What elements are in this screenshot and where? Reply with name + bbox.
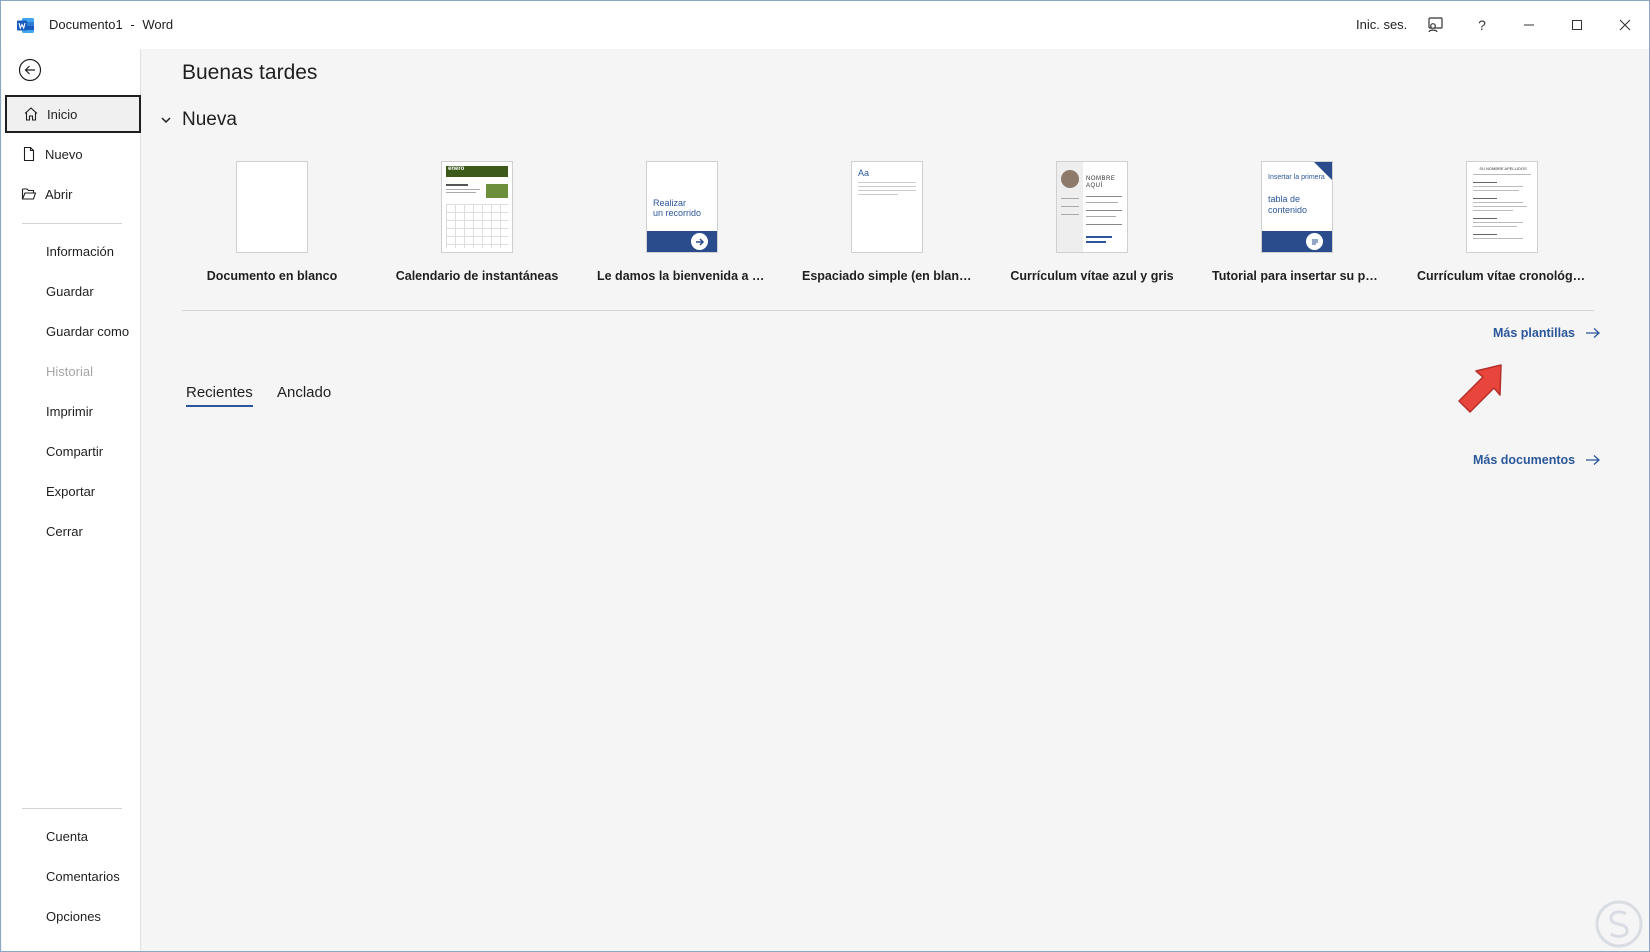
template-label: Currículum vítae azul y gris <box>1010 269 1174 283</box>
feedback-icon <box>1428 17 1443 33</box>
tab-recientes[interactable]: Recientes <box>186 384 253 407</box>
thumbnail-text: Aa <box>858 168 870 178</box>
word-window: Documento1 - Word Inic. ses. ? Inicio Nu… <box>0 0 1650 952</box>
sidebar-item-comentarios[interactable]: Comentarios <box>46 869 120 884</box>
sidebar-item-imprimir[interactable]: Imprimir <box>46 404 93 419</box>
template-resume-blue-grey[interactable]: NOMBRE AQUÍ Currículum vítae azul y gris <box>1007 161 1177 283</box>
document-name: Documento1 <box>49 17 123 32</box>
back-arrow-icon <box>18 58 42 82</box>
sidebar-item-informacion[interactable]: Información <box>46 244 114 259</box>
thumbnail-text: contenido <box>1268 205 1308 215</box>
template-toc-tutorial[interactable]: Insertar la primera tabla de contenido T… <box>1212 161 1382 283</box>
new-section-title: Nueva <box>182 109 237 130</box>
toc-circle-icon <box>1306 233 1323 250</box>
template-label: Calendario de instantáneas <box>395 269 559 283</box>
sidebar-item-nuevo[interactable]: Nuevo <box>5 135 141 173</box>
sign-in-link[interactable]: Inic. ses. <box>1356 17 1407 32</box>
close-button[interactable] <box>1613 13 1637 37</box>
template-snapshot-calendar[interactable]: enero Calendario de instantáneas <box>392 161 562 283</box>
new-document-icon <box>21 146 37 162</box>
feedback-button[interactable] <box>1423 13 1447 37</box>
sidebar-item-guardar-como[interactable]: Guardar como <box>46 324 129 339</box>
more-templates-label: Más plantillas <box>1493 326 1575 340</box>
template-welcome-tour[interactable]: Realizar un recorrido Le damos la bienve… <box>597 161 767 283</box>
arrow-right-icon <box>1585 328 1600 338</box>
template-chronological-resume[interactable]: SU NOMBRE APELLIDOS Currículum vítae cro… <box>1417 161 1587 283</box>
help-icon: ? <box>1478 17 1486 33</box>
sidebar-item-label: Inicio <box>47 106 78 122</box>
profile-photo-icon <box>1061 170 1079 188</box>
template-label: Espaciado simple (en blanco) <box>802 269 972 283</box>
sidebar-item-inicio[interactable]: Inicio <box>5 95 141 133</box>
template-blank-document[interactable]: Documento en blanco <box>187 161 357 283</box>
main-content: Buenas tardes Nueva Documento en blanco … <box>142 49 1650 951</box>
sidebar-item-label: Nuevo <box>45 146 83 162</box>
template-thumbnail <box>236 161 308 253</box>
thumbnail-text: Insertar la primera <box>1268 174 1325 181</box>
template-label: Documento en blanco <box>206 269 338 283</box>
template-thumbnail: Realizar un recorrido <box>646 161 718 253</box>
more-templates-link[interactable]: Más plantillas <box>1493 326 1601 340</box>
thumbnail-text: tabla de <box>1268 194 1301 204</box>
thumbnail-text: SU NOMBRE APELLIDOS <box>1479 166 1527 171</box>
title-separator: - <box>130 17 135 32</box>
backstage-sidebar: Inicio Nuevo Abrir Información Guardar G… <box>2 49 141 951</box>
sidebar-item-guardar[interactable]: Guardar <box>46 284 94 299</box>
sidebar-item-cerrar[interactable]: Cerrar <box>46 524 83 539</box>
minimize-icon <box>1524 24 1534 26</box>
template-thumbnail: Insertar la primera tabla de contenido <box>1261 161 1333 253</box>
sidebar-item-abrir[interactable]: Abrir <box>5 175 141 213</box>
app-name: Word <box>142 17 174 32</box>
sidebar-item-historial: Historial <box>46 364 93 379</box>
maximize-button[interactable] <box>1565 13 1589 37</box>
greeting-heading: Buenas tardes <box>182 61 318 84</box>
more-documents-label: Más documentos <box>1473 453 1576 467</box>
new-section-toggle[interactable]: Nueva <box>160 109 237 131</box>
template-label: Currículum vítae cronológic... <box>1417 269 1587 283</box>
sidebar-divider <box>22 223 122 224</box>
thumbnail-text: AQUÍ <box>1086 183 1103 189</box>
home-icon <box>23 106 39 122</box>
thumbnail-text: Realizar <box>653 198 687 208</box>
template-label: Tutorial para insertar su prim... <box>1212 269 1382 283</box>
template-single-spaced[interactable]: Aa Espaciado simple (en blanco) <box>802 161 972 283</box>
tab-anclado[interactable]: Anclado <box>277 384 331 405</box>
template-thumbnail: NOMBRE AQUÍ <box>1056 161 1128 253</box>
title-bar: Documento1 - Word Inic. ses. ? <box>1 1 1649 49</box>
window-title: Documento1 - Word <box>49 17 173 32</box>
template-thumbnail: enero <box>441 161 513 253</box>
watermark-logo-icon <box>1595 900 1643 948</box>
sidebar-item-label: Abrir <box>45 186 73 202</box>
arrow-circle-icon <box>691 233 708 250</box>
more-documents-link[interactable]: Más documentos <box>1473 453 1601 467</box>
chevron-down-icon <box>161 117 171 124</box>
thumbnail-heading: enero <box>448 166 465 172</box>
sidebar-divider <box>22 808 122 809</box>
back-button[interactable] <box>18 58 42 82</box>
template-thumbnail: SU NOMBRE APELLIDOS <box>1466 161 1538 253</box>
sidebar-item-compartir[interactable]: Compartir <box>46 444 103 459</box>
word-logo-icon <box>17 18 34 33</box>
help-button[interactable]: ? <box>1470 13 1494 37</box>
open-folder-icon <box>21 186 37 202</box>
thumbnail-text: un recorrido <box>653 208 702 218</box>
maximize-icon <box>1572 20 1582 30</box>
arrow-right-icon <box>1586 455 1601 465</box>
close-icon <box>1619 19 1631 31</box>
section-divider <box>182 310 1594 311</box>
sidebar-item-opciones[interactable]: Opciones <box>46 909 101 924</box>
template-thumbnail: Aa <box>851 161 923 253</box>
template-label: Le damos la bienvenida a W... <box>597 269 767 283</box>
minimize-button[interactable] <box>1517 13 1541 37</box>
sidebar-item-cuenta[interactable]: Cuenta <box>46 829 88 844</box>
sidebar-item-exportar[interactable]: Exportar <box>46 484 95 499</box>
annotation-arrow-icon <box>1458 364 1502 413</box>
thumbnail-text: NOMBRE <box>1086 176 1116 182</box>
